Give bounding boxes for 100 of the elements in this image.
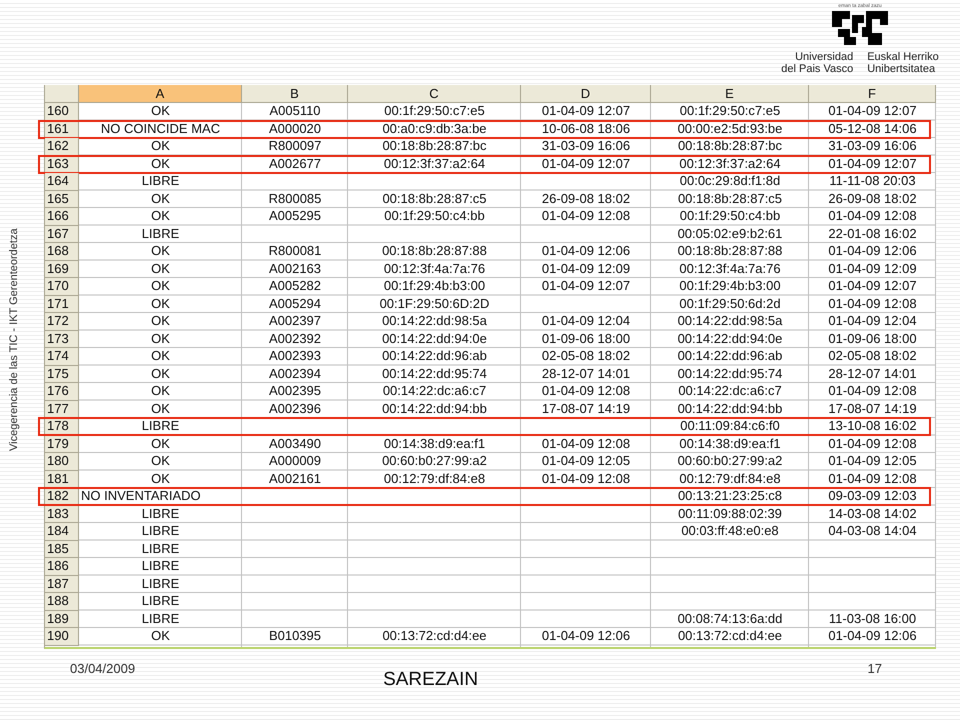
column-header[interactable]: D	[521, 85, 651, 103]
university-name: Unibertsitatea	[867, 63, 936, 75]
table-cell-text: A002396	[268, 400, 322, 418]
table-cell-text: A002677	[268, 156, 322, 172]
row-number[interactable]: 184	[45, 523, 79, 540]
table-cell-text: R800081	[268, 243, 322, 260]
row-number[interactable]: 180	[45, 453, 79, 470]
table-cell-text: 01-04-09 12:06	[540, 243, 632, 260]
row-number[interactable]: 173	[45, 330, 79, 348]
row-number[interactable]: 183	[45, 506, 79, 523]
row-number[interactable]: 167	[45, 226, 79, 243]
row-number[interactable]: 188	[45, 593, 79, 610]
table-cell-text: 00:1f:29:50:c7:e5	[678, 103, 782, 120]
row-number[interactable]: 170	[45, 278, 79, 296]
table-cell-text: 01-09-06 18:00	[540, 330, 632, 348]
table-cell-text: 00:12:79:df:84:e8	[678, 470, 782, 488]
table-cell-text: A005110	[268, 103, 322, 120]
row-number[interactable]: 166	[45, 208, 79, 226]
table-cell-text: LIBRE	[140, 418, 180, 435]
column-header[interactable]: B	[242, 85, 348, 103]
column-header[interactable]: F	[809, 85, 936, 103]
table-cell-text: OK	[150, 190, 171, 208]
table-cell-text: 01-04-09 12:06	[827, 628, 918, 645]
column-header[interactable]: C	[348, 85, 521, 103]
table-cell-text: 00:1f:29:50:c7:e5	[383, 103, 486, 120]
table-cell-text: LIBRE	[140, 576, 180, 592]
row-number[interactable]: 169	[45, 260, 79, 278]
table-cell-text: A000009	[268, 453, 322, 470]
row-number[interactable]: 168	[45, 243, 79, 260]
university-logo-icon	[832, 11, 888, 45]
table-cell-text: NO COINCIDE MAC	[100, 120, 222, 138]
page-number: 17	[868, 661, 882, 676]
table-cell-text: 00:14:22:dd:94:bb	[676, 400, 784, 418]
table-cell-text: 01-04-09 12:09	[827, 260, 918, 278]
table-cell-text: 01-04-09 12:06	[540, 628, 632, 645]
table-cell-text: 00:60:b0:27:99:a2	[676, 453, 784, 470]
table-cell-text: LIBRE	[140, 558, 180, 575]
table-cell-text: 01-04-09 12:08	[540, 383, 632, 400]
row-number[interactable]: 190	[45, 628, 79, 646]
table-cell-text: 00:03:ff:48:e0:e8	[680, 523, 780, 540]
table-cell-text: 00:14:22:dd:95:74	[676, 366, 784, 382]
table-cell-text: OK	[150, 243, 171, 260]
row-number[interactable]: 172	[45, 313, 79, 330]
row-number[interactable]: 187	[45, 576, 79, 593]
table-cell-text: 00:18:8b:28:87:bc	[381, 138, 488, 155]
table-cell-text: 00:11:09:88:02:39	[677, 506, 783, 522]
table-cell-text: 00:14:38:d9:ea:f1	[382, 436, 486, 452]
row-number[interactable]: 174	[45, 348, 79, 366]
table-cell-text: 01-04-09 12:07	[827, 103, 918, 120]
table-cell-text: 00:13:72:cd:d4:ee	[381, 628, 488, 645]
table-cell-text: 01-04-09 12:08	[827, 470, 918, 488]
table-cell-text: 01-04-09 12:08	[827, 383, 918, 400]
table-cell-text: OK	[150, 628, 171, 645]
row-number[interactable]: 176	[45, 383, 79, 400]
row-number[interactable]: 164	[45, 173, 79, 190]
table-cell-text: 01-04-09 12:09	[540, 260, 632, 278]
column-header[interactable]: A	[79, 85, 242, 103]
table-cell-text: 00:12:3f:4a:7a:76	[382, 260, 486, 278]
table-cell-text: B010395	[268, 628, 322, 645]
table-cell-text: 00:1f:29:50:c4:bb	[678, 208, 782, 225]
table-cell-text: 01-04-09 12:04	[540, 313, 632, 330]
table-cell-text: A005295	[268, 208, 322, 225]
table-cell-text: 00:18:8b:28:87:bc	[676, 138, 784, 155]
select-all-corner[interactable]	[45, 85, 79, 103]
table-cell-text: 00:1f:29:50:6d:2d	[678, 296, 782, 312]
side-caption: Vicegerencia de las TIC - IKT Gerenteordetza	[8, 227, 20, 454]
table-cell-text: 00:12:3f:37:a2:64	[678, 156, 782, 172]
table-cell-text: LIBRE	[140, 610, 180, 628]
table-cell-text: OK	[150, 260, 171, 278]
table-cell-text: 01-04-09 12:07	[540, 156, 632, 172]
row-number[interactable]: 160	[45, 103, 79, 120]
column-header[interactable]: E	[651, 85, 809, 103]
row-number[interactable]: 185	[45, 540, 79, 558]
row-number[interactable]: 175	[45, 366, 79, 383]
table-cell-text: 00:14:22:dd:94:bb	[381, 400, 488, 418]
table-cell-text: OK	[150, 296, 171, 312]
row-number[interactable]: 165	[45, 190, 79, 208]
table-cell-text: 01-04-09 12:05	[827, 453, 918, 470]
footer-title: SAREZAIN	[383, 669, 478, 691]
table-cell-text: 01-04-09 12:08	[540, 436, 632, 452]
table-cell-text: OK	[150, 348, 171, 365]
table-cell-text: 01-04-09 12:07	[540, 278, 632, 295]
table-cell-text: 00:12:79:df:84:e8	[382, 470, 486, 488]
row-number[interactable]: 179	[45, 436, 79, 453]
table-cell-text: 00:18:8b:28:87:88	[676, 243, 784, 260]
table-cell-text: 00:14:22:dd:98:5a	[676, 313, 784, 330]
table-cell-text: LIBRE	[140, 593, 180, 610]
table-cell-text: OK	[150, 436, 171, 452]
row-number[interactable]: 189	[45, 610, 79, 628]
row-number[interactable]: 162	[45, 138, 79, 156]
table-cell-text: 01-04-09 12:08	[540, 470, 632, 488]
table-cell-text: 01-04-09 12:08	[540, 208, 632, 225]
table-cell-text: 01-04-09 12:07	[540, 103, 632, 120]
table-cell-text: A005282	[268, 278, 322, 295]
table-cell-text: 00:1F:29:50:6D:2D	[378, 296, 490, 312]
table-cell-text: A002397	[268, 313, 322, 330]
row-number[interactable]: 171	[45, 296, 79, 313]
table-cell-text: OK	[150, 208, 171, 225]
row-number[interactable]: 186	[45, 558, 79, 576]
table-cell-text: 00:14:22:dc:a6:c7	[382, 383, 488, 400]
